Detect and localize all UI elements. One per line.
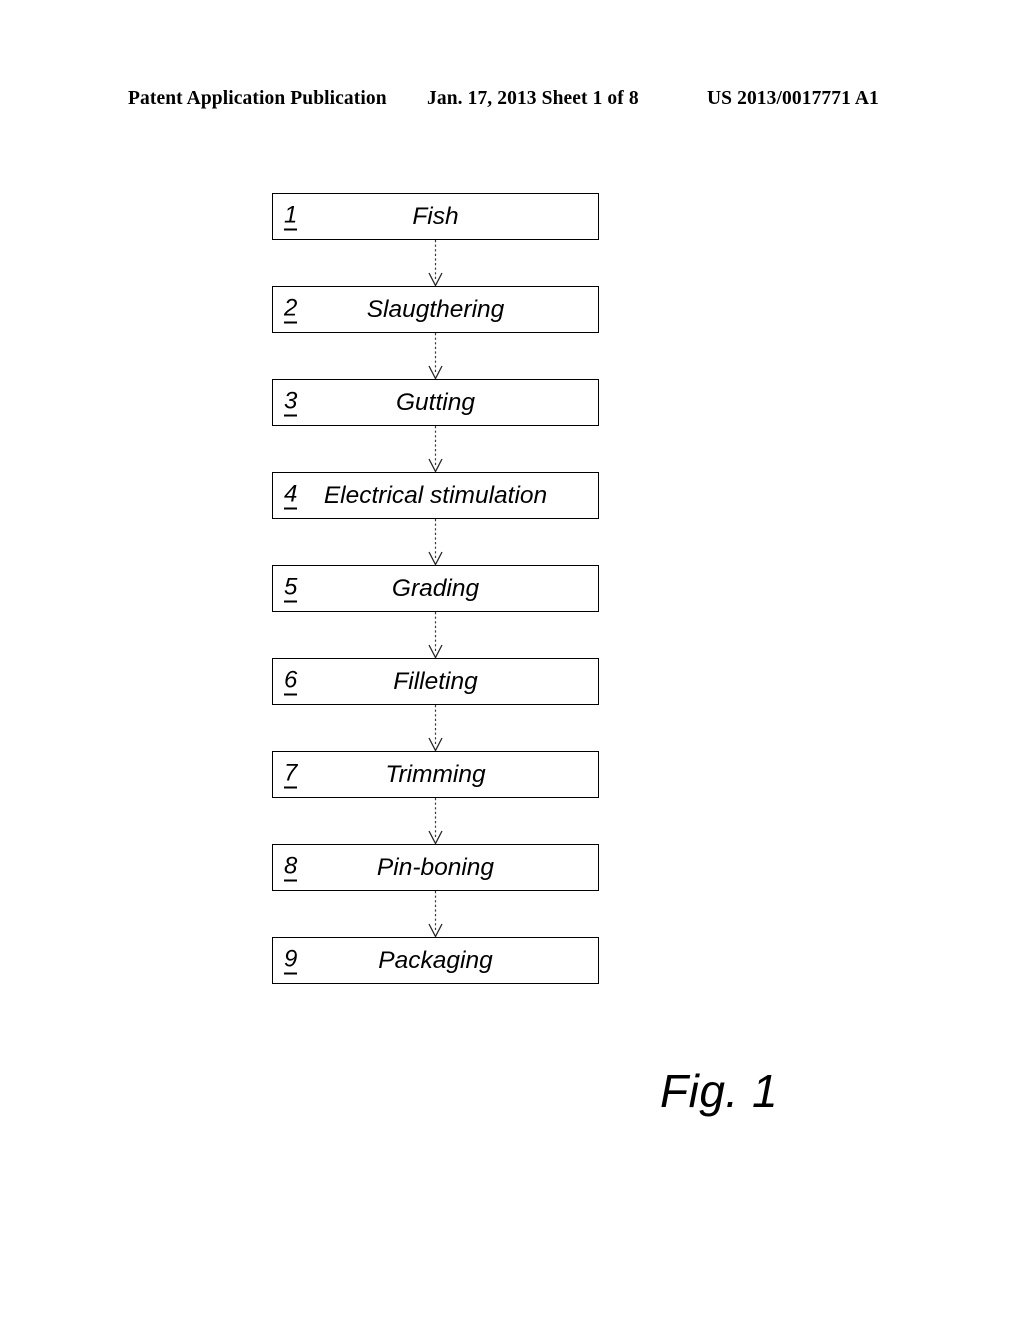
flow-step-label: Electrical stimulation [323, 481, 548, 509]
patent-header-date-sheet: Jan. 17, 2013 Sheet 1 of 8 [427, 88, 639, 109]
patent-header: Patent Application Publication Jan. 17, … [0, 88, 1024, 114]
flow-step-label: Gutting [396, 388, 475, 416]
flow-connector-arrow [272, 705, 599, 751]
flow-step-9: 9 Packaging [272, 937, 599, 984]
patent-header-publication-number: US 2013/0017771 A1 [707, 88, 879, 109]
patent-header-publication-label: Patent Application Publication [128, 88, 387, 109]
flow-step-label: Packaging [378, 946, 493, 974]
flow-step-3: 3 Gutting [272, 379, 599, 426]
flow-connector-arrow [272, 240, 599, 286]
flow-step-label: Fish [412, 202, 459, 230]
flow-step-label: Filleting [393, 667, 478, 695]
figure-caption: Fig. 1 [660, 1065, 779, 1117]
flow-connector-arrow [272, 612, 599, 658]
flow-step-8: 8 Pin-boning [272, 844, 599, 891]
flow-connector-arrow [272, 891, 599, 937]
flow-connector-arrow [272, 519, 599, 565]
flow-step-1: 1 Fish [272, 193, 599, 240]
flow-step-label: Pin-boning [376, 853, 495, 881]
flow-step-6: 6 Filleting [272, 658, 599, 705]
flow-step-label: Slaugthering [366, 295, 505, 323]
process-flowchart: 1 Fish 2 Slaugthering 3 Gutting 4 Electrical st… [272, 193, 599, 984]
flow-step-label: Trimming [385, 760, 486, 788]
flow-step-5: 5 Grading [272, 565, 599, 612]
flow-step-label: Grading [391, 574, 480, 602]
flow-step-2: 2 Slaugthering [272, 286, 599, 333]
flow-connector-arrow [272, 333, 599, 379]
flow-connector-arrow [272, 798, 599, 844]
flow-connector-arrow [272, 426, 599, 472]
flow-step-7: 7 Trimming [272, 751, 599, 798]
flow-step-4: 4 Electrical stimulation [272, 472, 599, 519]
